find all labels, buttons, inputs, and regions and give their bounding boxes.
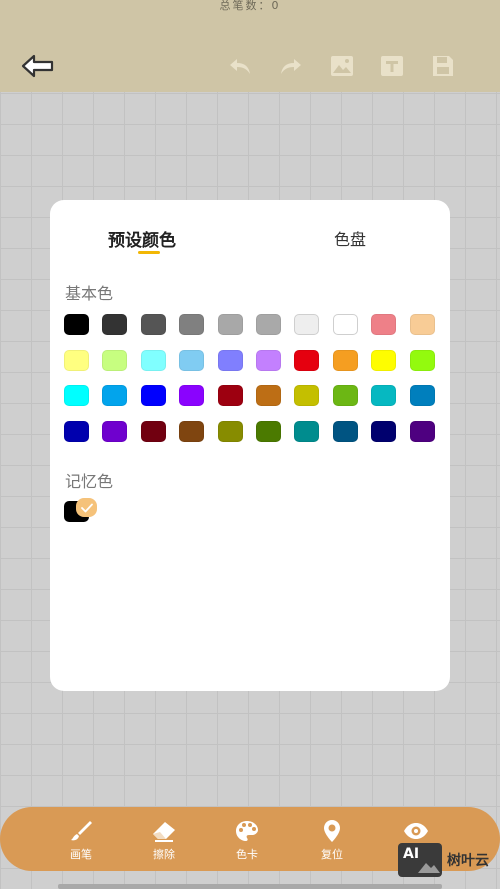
tab-color-wheel[interactable]: 色盘 bbox=[334, 226, 366, 250]
save-icon bbox=[433, 56, 453, 76]
color-swatch[interactable] bbox=[140, 385, 166, 406]
tab-preset-label: 预设颜色 bbox=[108, 231, 176, 251]
color-swatch[interactable] bbox=[102, 314, 128, 335]
tab-palette-label: 色盘 bbox=[334, 230, 367, 249]
color-swatch[interactable] bbox=[102, 420, 128, 442]
watermark-logo: AI bbox=[398, 843, 442, 877]
color-swatch[interactable] bbox=[294, 314, 320, 335]
color-swatch[interactable] bbox=[140, 314, 166, 335]
save-button[interactable] bbox=[430, 53, 456, 79]
brush-label: 画笔 bbox=[70, 848, 92, 861]
insert-text-button[interactable] bbox=[379, 53, 405, 79]
color-swatch[interactable] bbox=[64, 385, 89, 406]
color-swatch[interactable] bbox=[332, 420, 358, 442]
color-swatch[interactable] bbox=[102, 385, 128, 406]
color-card-button[interactable]: 色卡 bbox=[217, 819, 277, 862]
color-swatch[interactable] bbox=[409, 385, 435, 406]
color-swatch[interactable] bbox=[332, 385, 358, 406]
location-pin-icon bbox=[324, 820, 340, 842]
image-icon bbox=[331, 56, 353, 76]
palette-icon bbox=[236, 821, 258, 841]
undo-icon bbox=[230, 59, 250, 74]
insert-image-button[interactable] bbox=[329, 53, 355, 79]
eraser-button[interactable]: 擦除 bbox=[134, 819, 194, 862]
color-swatch[interactable] bbox=[409, 314, 435, 335]
watermark-text: 树叶云 bbox=[447, 853, 489, 869]
color-swatch[interactable] bbox=[256, 349, 281, 371]
basic-colors-title: 基本色 bbox=[65, 284, 114, 303]
back-arrow-icon bbox=[21, 54, 54, 78]
color-swatch[interactable] bbox=[217, 420, 243, 442]
color-swatch[interactable] bbox=[294, 385, 320, 406]
redo-button[interactable] bbox=[278, 53, 304, 79]
mountain-icon bbox=[418, 863, 440, 873]
color-swatch[interactable] bbox=[256, 385, 281, 406]
color-swatch[interactable] bbox=[140, 420, 166, 442]
color-swatch[interactable] bbox=[102, 349, 128, 371]
color-card-label: 色卡 bbox=[236, 848, 258, 861]
color-swatch[interactable] bbox=[371, 385, 397, 406]
color-swatch[interactable] bbox=[332, 314, 358, 335]
selected-check-badge bbox=[76, 498, 97, 517]
tab-preset-colors[interactable]: 预设颜色 bbox=[108, 226, 176, 254]
color-swatch[interactable] bbox=[64, 314, 89, 335]
color-swatch[interactable] bbox=[140, 349, 166, 371]
color-swatch[interactable] bbox=[217, 349, 243, 371]
color-swatch[interactable] bbox=[179, 314, 205, 335]
undo-button[interactable] bbox=[227, 53, 253, 79]
eye-icon bbox=[404, 823, 428, 839]
color-swatch[interactable] bbox=[294, 420, 320, 442]
color-swatch[interactable] bbox=[371, 349, 397, 371]
memory-colors-title: 记忆色 bbox=[65, 472, 114, 491]
color-swatch[interactable] bbox=[256, 420, 281, 442]
brush-icon bbox=[71, 821, 92, 841]
color-swatch[interactable] bbox=[371, 420, 397, 442]
color-swatch[interactable] bbox=[294, 349, 320, 371]
active-tab-indicator bbox=[138, 251, 160, 254]
color-swatch[interactable] bbox=[409, 349, 435, 371]
eraser-label: 擦除 bbox=[153, 848, 175, 861]
color-swatch[interactable] bbox=[179, 349, 205, 371]
color-swatch[interactable] bbox=[64, 349, 89, 371]
back-button[interactable] bbox=[20, 52, 56, 80]
reset-label: 复位 bbox=[321, 848, 343, 861]
color-swatch[interactable] bbox=[179, 420, 205, 442]
color-picker-dialog: 预设颜色 色盘 基本色 记忆色 bbox=[50, 200, 450, 691]
check-icon bbox=[80, 503, 93, 512]
color-swatch[interactable] bbox=[332, 349, 358, 371]
brush-button[interactable]: 画笔 bbox=[51, 819, 111, 862]
color-swatch[interactable] bbox=[179, 385, 205, 406]
stroke-count-label: 总笔数：0 bbox=[219, 0, 281, 12]
color-swatch[interactable] bbox=[409, 420, 435, 442]
reset-button[interactable]: 复位 bbox=[302, 819, 362, 862]
text-icon bbox=[381, 56, 403, 76]
top-toolbar: 总笔数：0 bbox=[0, 0, 500, 92]
color-swatch[interactable] bbox=[371, 314, 397, 335]
redo-icon bbox=[281, 59, 301, 74]
eraser-icon bbox=[153, 822, 175, 842]
color-swatch[interactable] bbox=[217, 385, 243, 406]
color-swatch[interactable] bbox=[64, 420, 89, 442]
home-indicator bbox=[58, 884, 442, 889]
color-swatch[interactable] bbox=[217, 314, 243, 335]
color-swatch[interactable] bbox=[256, 314, 281, 335]
watermark: AI 树叶云 bbox=[398, 842, 498, 878]
